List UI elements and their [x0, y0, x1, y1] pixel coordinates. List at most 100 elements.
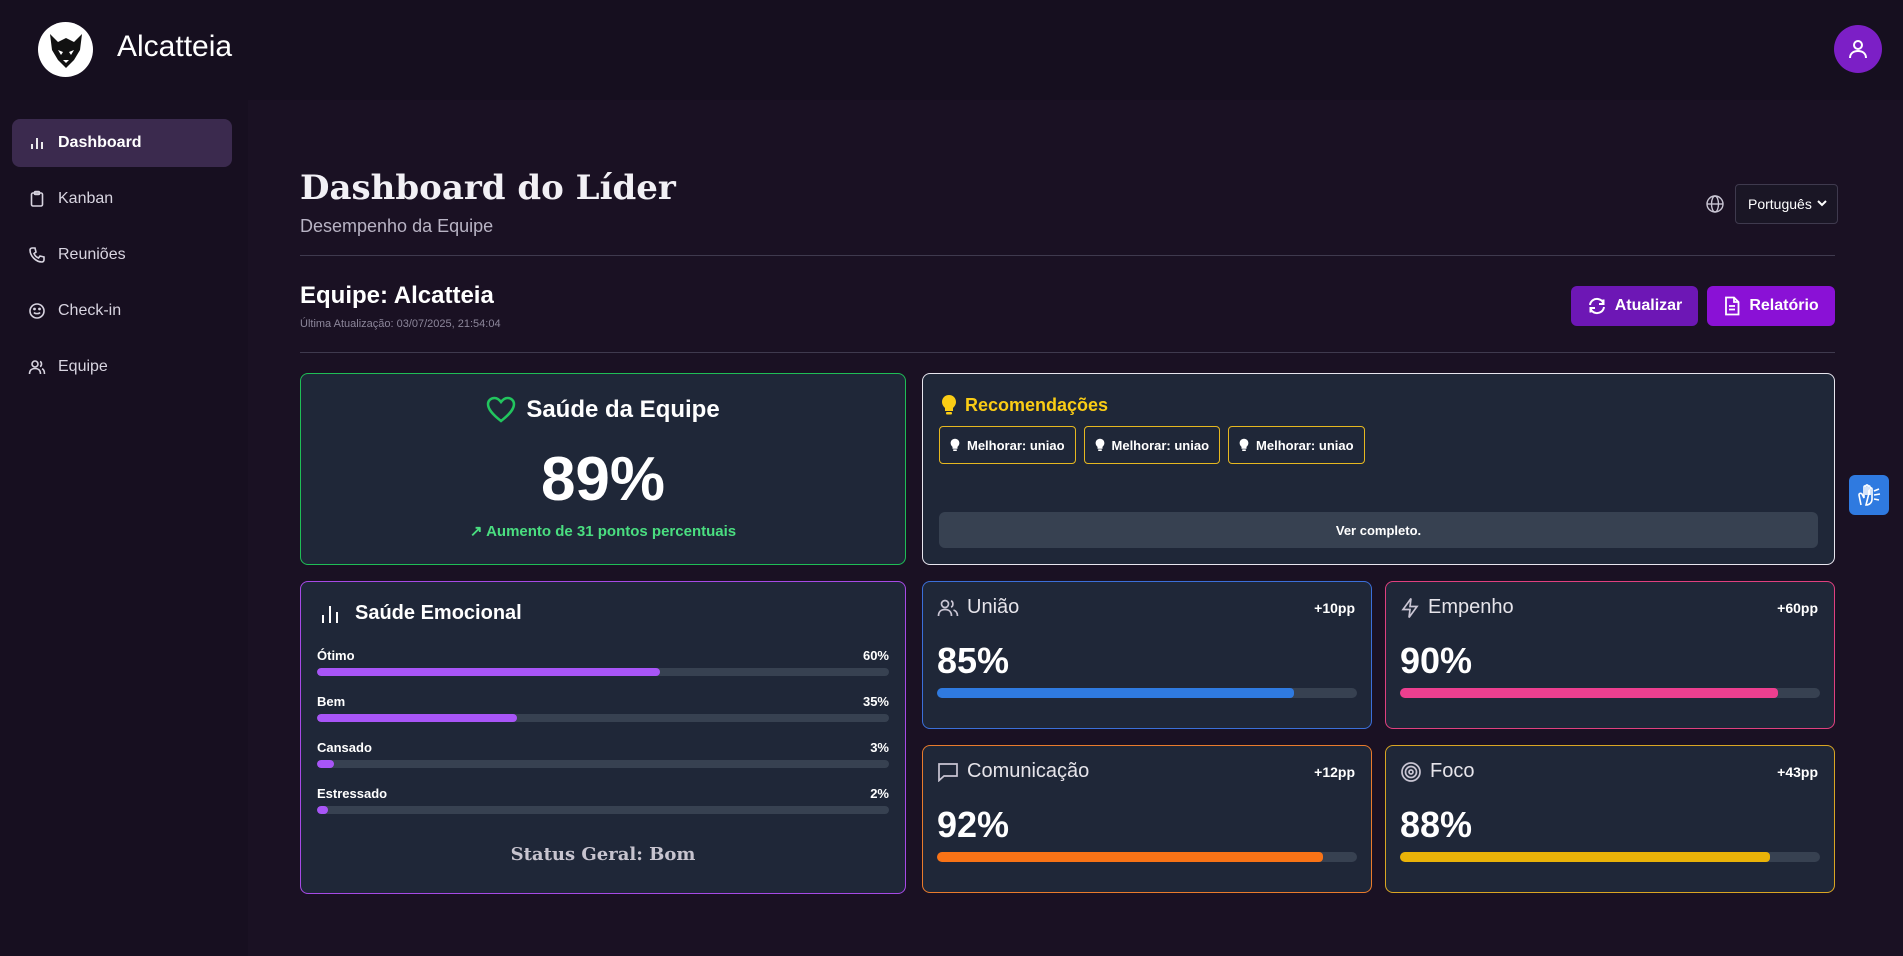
emotion-row: Bem 35% — [317, 694, 889, 722]
metric-value: 92% — [937, 804, 1010, 845]
recommendation-chip[interactable]: Melhorar: uniao — [1228, 426, 1365, 464]
metric-header: Comunicação — [937, 760, 1089, 783]
sidebar-item-dashboard[interactable]: Dashboard — [12, 119, 232, 167]
clipboard-icon — [30, 190, 44, 207]
emotion-percent: 2% — [870, 786, 889, 801]
metric-card-uniao: União +10pp 85% — [922, 581, 1372, 729]
emotional-health-title: Saúde Emocional — [355, 602, 522, 624]
metric-header: Empenho — [1400, 596, 1514, 619]
emotion-label: Ótimo — [317, 648, 355, 663]
metric-value: 88% — [1400, 804, 1473, 845]
report-label: Relatório — [1749, 297, 1819, 314]
lightbulb-icon — [1239, 438, 1249, 451]
view-full-button[interactable]: Ver completo. — [939, 512, 1818, 548]
arrow-up-right-icon: ↗ — [469, 523, 483, 540]
sidebar-item-label: Reuniões — [58, 246, 126, 263]
team-health-trend-text: Aumento de 31 pontos percentuais — [486, 523, 737, 540]
lightbulb-icon — [942, 395, 956, 415]
lightning-icon — [1401, 597, 1419, 618]
team-health-header: Saúde da Equipe — [301, 396, 905, 424]
metric-bar — [937, 688, 1357, 698]
bar-chart-icon — [31, 138, 43, 149]
team-title: Equipe: Alcatteia — [300, 282, 494, 309]
page-subtitle: Desempenho da Equipe — [300, 216, 494, 236]
main-content: Dashboard do Líder Desempenho da Equipe … — [300, 100, 1838, 956]
team-health-value: 89% — [540, 445, 666, 514]
emotion-row: Estressado 2% — [317, 786, 889, 814]
users-icon — [28, 360, 46, 375]
metric-bar-fill — [937, 852, 1324, 862]
metric-value: 85% — [937, 640, 1010, 681]
emotion-percent: 60% — [862, 648, 889, 663]
emotion-bar-fill — [317, 760, 335, 768]
metric-name: União — [967, 596, 1020, 618]
globe-icon — [1706, 195, 1724, 213]
emotion-percent: 35% — [862, 694, 889, 709]
team-health-card: Saúde da Equipe 89% ↗ Aumento de 31 pont… — [300, 373, 906, 565]
refresh-icon — [1588, 297, 1605, 315]
recommendations-title: Recomendações — [965, 394, 1109, 415]
chevron-down-icon — [1817, 200, 1827, 207]
sidebar-item-checkin[interactable]: Check-in — [12, 287, 232, 335]
emotional-health-header: Saúde Emocional — [319, 602, 522, 625]
metric-value: 90% — [1400, 640, 1473, 681]
wolf-logo-icon[interactable] — [38, 22, 93, 77]
recommendation-text: Melhorar: uniao — [1111, 437, 1210, 453]
sidebar-item-kanban[interactable]: Kanban — [12, 175, 232, 223]
recommendation-list: Melhorar: uniao Melhorar: uniao Melhorar… — [939, 426, 1373, 464]
lightbulb-icon — [1095, 438, 1104, 451]
team-health-trend: ↗ Aumento de 31 pontos percentuais — [301, 522, 905, 540]
metric-bar — [1400, 852, 1820, 862]
emotion-row: Ótimo 60% — [317, 648, 889, 676]
emotional-health-card: Saúde Emocional Ótimo 60% Bem 35% Cansad… — [300, 581, 906, 894]
language-select[interactable]: Português — [1735, 184, 1838, 224]
emotion-percent: 3% — [870, 740, 889, 755]
recommendation-chip[interactable]: Melhorar: uniao — [1083, 426, 1221, 464]
metric-name: Foco — [1430, 760, 1475, 782]
refresh-label: Atualizar — [1614, 297, 1683, 314]
recommendation-text: Melhorar: uniao — [1256, 437, 1354, 453]
sidebar-item-label: Kanban — [58, 190, 114, 207]
heart-icon — [487, 396, 516, 423]
sidebar: Dashboard Kanban Reuniões Check-in Equip… — [0, 100, 248, 956]
top-bar: Alcatteia — [0, 0, 1903, 100]
emotion-bar — [317, 806, 889, 814]
emotion-bar-fill — [317, 668, 661, 676]
emotion-bar — [317, 668, 889, 676]
recommendations-header: Recomendações — [941, 394, 1108, 416]
language-value: Português — [1748, 196, 1812, 212]
target-icon — [1401, 761, 1421, 782]
sidebar-item-equipe[interactable]: Equipe — [12, 343, 232, 391]
emotion-bar — [317, 714, 889, 722]
recommendation-chip[interactable]: Melhorar: uniao — [939, 426, 1076, 464]
emotion-label: Bem — [317, 694, 346, 709]
bar-chart-icon — [322, 605, 338, 623]
metric-name: Comunicação — [967, 760, 1090, 782]
emotion-row: Cansado 3% — [317, 740, 889, 768]
metric-bar-fill — [937, 688, 1294, 698]
sign-language-hands-icon — [1858, 484, 1881, 506]
emotion-label: Estressado — [317, 786, 388, 801]
metric-delta: +12pp — [1314, 764, 1355, 780]
metric-bar-fill — [1400, 688, 1778, 698]
recommendation-text: Melhorar: uniao — [967, 437, 1065, 453]
report-button[interactable]: Relatório — [1707, 286, 1835, 326]
metric-card-foco: Foco +43pp 88% — [1385, 745, 1835, 893]
accessibility-button[interactable] — [1849, 475, 1889, 515]
metric-bar — [1400, 688, 1820, 698]
user-avatar-icon[interactable] — [1834, 25, 1882, 73]
metric-header: União — [937, 596, 1019, 619]
phone-icon — [29, 247, 45, 263]
metric-header: Foco — [1400, 760, 1474, 783]
sidebar-item-label: Equipe — [58, 358, 108, 375]
overall-status: Status Geral: Bom — [510, 844, 696, 865]
refresh-button[interactable]: Atualizar — [1571, 286, 1698, 326]
emotion-bar-fill — [317, 714, 518, 722]
sidebar-item-reunioes[interactable]: Reuniões — [12, 231, 232, 279]
metric-name: Empenho — [1428, 596, 1514, 618]
metric-card-empenho: Empenho +60pp 90% — [1385, 581, 1835, 729]
header-divider — [300, 255, 1835, 256]
sidebar-item-label: Dashboard — [58, 134, 142, 151]
metric-bar — [937, 852, 1357, 862]
metric-delta: +60pp — [1777, 600, 1818, 616]
